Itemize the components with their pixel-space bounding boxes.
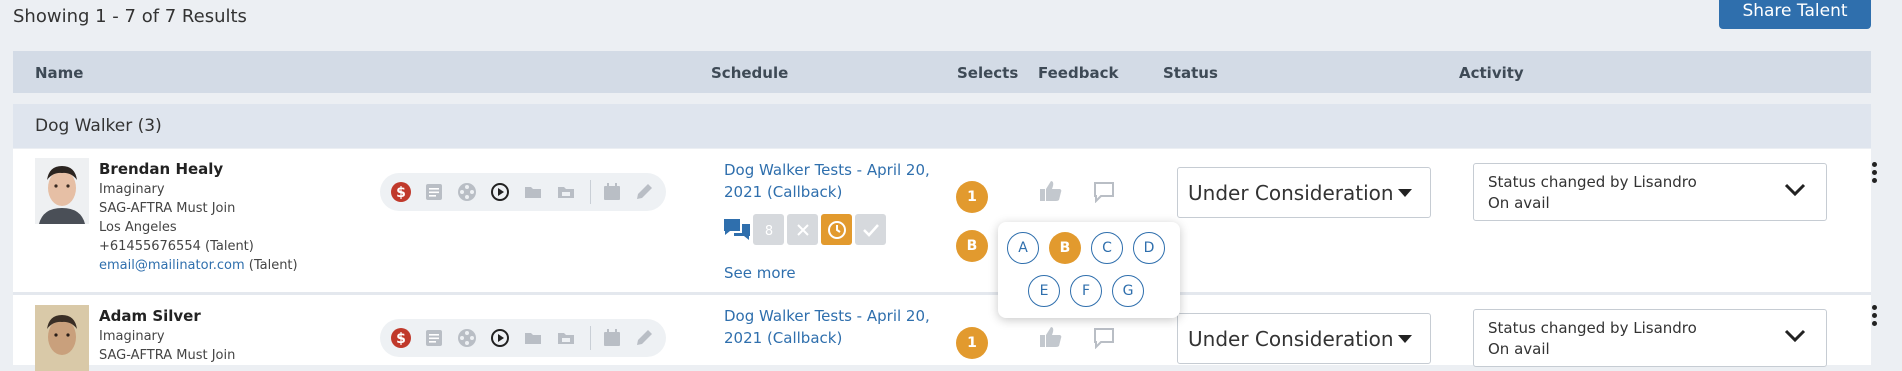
activity-line2: On avail (1488, 194, 1550, 212)
avatar[interactable] (35, 158, 89, 224)
talent-union: SAG-AFTRA Must Join (99, 348, 236, 363)
talent-union: SAG-AFTRA Must Join (99, 201, 236, 216)
talent-name[interactable]: Adam Silver (99, 307, 201, 325)
share-talent-button[interactable]: Share Talent (1719, 0, 1871, 29)
x-icon[interactable] (787, 214, 818, 245)
select-letter-badge[interactable]: B (956, 230, 988, 262)
folder-icon[interactable] (523, 328, 543, 348)
svg-text:8: 8 (764, 224, 772, 239)
see-more-link[interactable]: See more (724, 264, 796, 282)
activity-line2: On avail (1488, 340, 1550, 358)
dollar-icon[interactable]: $ (391, 328, 411, 348)
results-count: Showing 1 - 7 of 7 Results (13, 6, 247, 27)
calendar-icon[interactable] (602, 328, 622, 348)
edit-icon[interactable] (634, 328, 654, 348)
activity-line1: Status changed by Lisandro (1488, 319, 1697, 337)
talent-agency: Imaginary (99, 329, 165, 344)
play-icon[interactable] (490, 328, 510, 348)
column-header-name[interactable]: Name (35, 64, 83, 82)
select-number-badge[interactable]: 1 (956, 327, 988, 359)
column-header-activity[interactable]: Activity (1459, 64, 1524, 82)
activity-line1: Status changed by Lisandro (1488, 173, 1697, 191)
select-option-e[interactable]: E (1028, 275, 1060, 307)
talent-email-link[interactable]: email@mailinator.com (99, 258, 245, 273)
talent-email-suffix: (Talent) (244, 258, 298, 273)
film-reel-icon[interactable] (457, 328, 477, 348)
activity-dropdown[interactable]: Status changed by Lisandro On avail (1473, 163, 1827, 221)
select-option-a[interactable]: A (1007, 232, 1039, 264)
schedule-session-line1: Dog Walker Tests - April 20, (724, 161, 930, 179)
role-group-header[interactable]: Dog Walker (3) (13, 104, 1871, 148)
table-header: Name Schedule Selects Feedback Status Ac… (13, 51, 1871, 93)
column-header-schedule[interactable]: Schedule (711, 64, 788, 82)
select-option-g[interactable]: G (1112, 275, 1144, 307)
thumbs-up-icon[interactable] (1038, 179, 1064, 207)
select-option-b[interactable]: B (1049, 232, 1081, 264)
role-group-title: Dog Walker (3) (35, 116, 162, 136)
status-dropdown[interactable]: Under Consideration (1177, 167, 1431, 218)
select-option-d[interactable]: D (1133, 232, 1165, 264)
film-reel-icon[interactable] (457, 182, 477, 202)
folder-icon[interactable] (523, 182, 543, 202)
folder-open-icon[interactable] (556, 328, 576, 348)
schedule-session-link[interactable]: Dog Walker Tests - April 20, 2021 (Callb… (724, 305, 944, 349)
row-menu-icon[interactable] (1872, 162, 1878, 186)
talent-name[interactable]: Brendan Healy (99, 160, 223, 178)
status-dropdown[interactable]: Under Consideration (1177, 313, 1431, 364)
activity-dropdown[interactable]: Status changed by Lisandro On avail (1473, 309, 1827, 367)
talent-actions-bar: $ (380, 319, 666, 357)
comment-icon[interactable] (1093, 181, 1115, 207)
schedule-session-link[interactable]: Dog Walker Tests - April 20, 2021 (Callb… (724, 159, 944, 203)
talent-location: Los Angeles (99, 220, 177, 235)
folder-open-icon[interactable] (556, 182, 576, 202)
status-value: Under Consideration (1188, 181, 1394, 205)
resume-icon[interactable] (424, 182, 444, 202)
divider (590, 180, 591, 204)
row-menu-icon[interactable] (1872, 305, 1878, 329)
avatar[interactable] (35, 305, 89, 371)
select-number-badge[interactable]: 1 (956, 181, 988, 213)
talent-email-line: email@mailinator.com (Talent) (99, 258, 298, 273)
column-header-feedback[interactable]: Feedback (1038, 64, 1118, 82)
column-header-selects[interactable]: Selects (957, 64, 1018, 82)
column-header-status[interactable]: Status (1163, 64, 1218, 82)
chat-bubbles-icon[interactable] (721, 214, 752, 245)
thumbs-up-icon[interactable] (1038, 325, 1064, 353)
table-row: Brendan Healy Imaginary SAG-AFTRA Must J… (13, 149, 1877, 293)
clock-icon[interactable] (821, 214, 852, 245)
caret-down-icon (1398, 335, 1412, 343)
edit-icon[interactable] (634, 182, 654, 202)
dollar-icon[interactable]: $ (391, 182, 411, 202)
number-icon[interactable]: 8 (753, 214, 784, 245)
select-option-f[interactable]: F (1070, 275, 1102, 307)
select-letter-popover: A B C D E F G (998, 222, 1180, 318)
chevron-down-icon (1784, 328, 1806, 347)
schedule-session-line2: 2021 (Callback) (724, 329, 843, 347)
calendar-icon[interactable] (602, 182, 622, 202)
resume-icon[interactable] (424, 328, 444, 348)
svg-text:$: $ (396, 331, 406, 347)
chevron-down-icon (1784, 182, 1806, 201)
check-icon[interactable] (855, 214, 886, 245)
talent-phone: +61455676554 (Talent) (99, 239, 254, 254)
svg-text:$: $ (396, 185, 406, 201)
table-row: Adam Silver Imaginary SAG-AFTRA Must Joi… (13, 295, 1877, 371)
play-icon[interactable] (490, 182, 510, 202)
talent-agency: Imaginary (99, 182, 165, 197)
caret-down-icon (1398, 189, 1412, 197)
schedule-session-line2: 2021 (Callback) (724, 183, 843, 201)
comment-icon[interactable] (1093, 327, 1115, 353)
select-option-c[interactable]: C (1091, 232, 1123, 264)
schedule-session-line1: Dog Walker Tests - April 20, (724, 307, 930, 325)
status-value: Under Consideration (1188, 327, 1394, 351)
talent-actions-bar: $ (380, 173, 666, 211)
divider (590, 326, 591, 350)
